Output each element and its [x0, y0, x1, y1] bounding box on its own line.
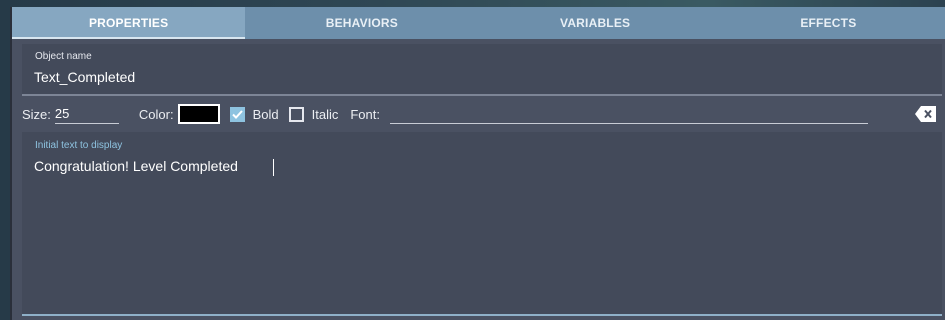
backspace-clear-icon [915, 106, 936, 122]
text-style-toolbar: Size: Color: Bold Italic Font: [12, 99, 945, 129]
color-swatch-button[interactable] [177, 104, 220, 124]
object-name-label: Object name [35, 51, 92, 62]
text-caret [273, 159, 274, 176]
tab-effects[interactable]: EFFECTS [712, 7, 945, 39]
tab-variables[interactable]: VARIABLES [479, 7, 712, 39]
font-input[interactable] [389, 104, 868, 124]
size-label: Size: [22, 106, 51, 122]
italic-label: Italic [311, 106, 339, 122]
bold-label: Bold [252, 106, 279, 122]
tab-properties[interactable]: PROPERTIES [12, 7, 246, 39]
object-editor-panel: PROPERTIES BEHAVIORS VARIABLES EFFECTS O… [10, 7, 945, 320]
object-name-field: Object name [22, 44, 942, 96]
font-label: Font: [350, 106, 380, 122]
color-label: Color: [138, 106, 174, 122]
initial-text-field: Initial text to display Congratulation! … [22, 132, 942, 316]
checkmark-icon [231, 109, 243, 119]
initial-text-input[interactable]: Congratulation! Level Completed [34, 158, 924, 298]
tab-behaviors[interactable]: BEHAVIORS [245, 7, 478, 39]
italic-checkbox[interactable] [288, 106, 304, 122]
initial-text-label: Initial text to display [35, 140, 123, 151]
size-input[interactable] [54, 104, 119, 124]
object-name-input[interactable] [34, 67, 924, 87]
bold-checkbox[interactable] [229, 106, 245, 122]
clear-font-button[interactable] [915, 106, 937, 122]
tab-bar: PROPERTIES BEHAVIORS VARIABLES EFFECTS [12, 7, 945, 39]
